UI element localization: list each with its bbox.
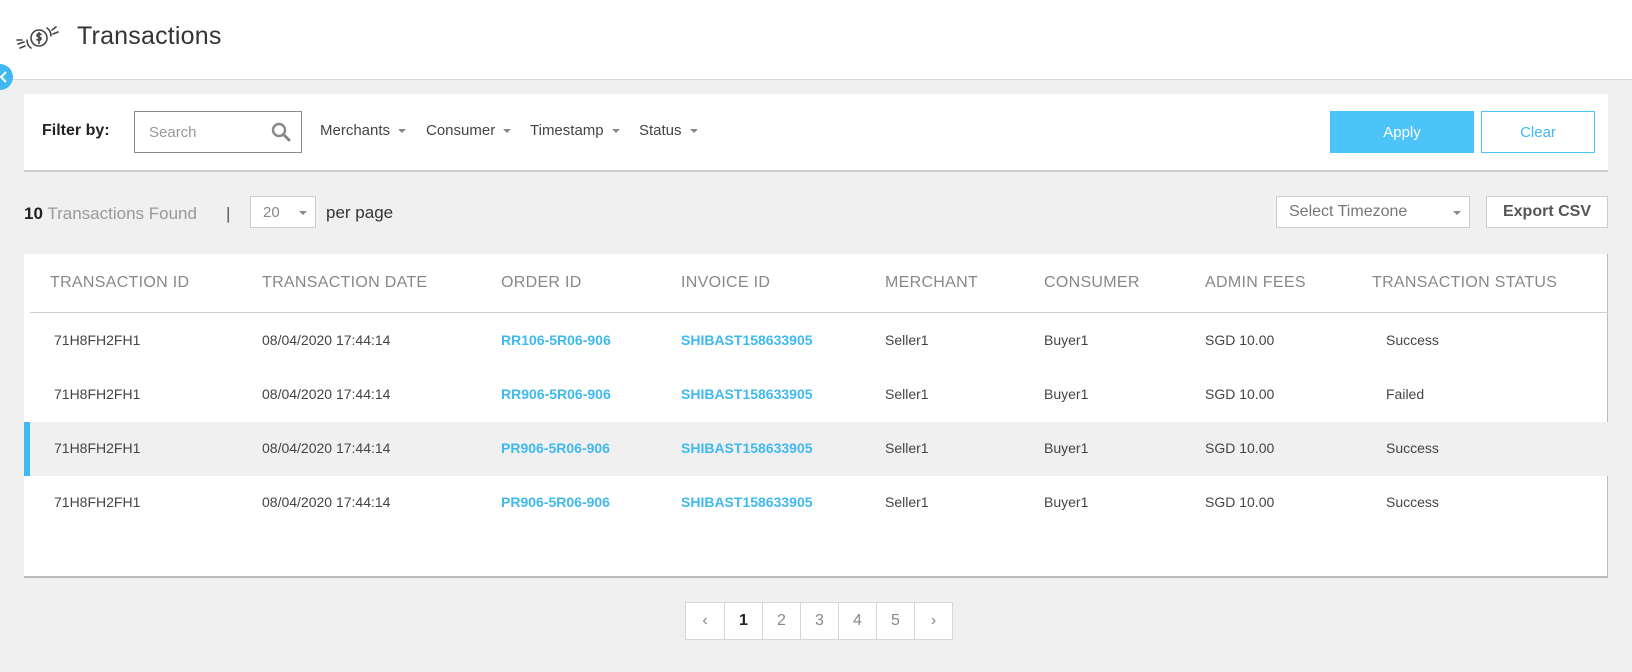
results-count: 10 Transactions Found	[24, 204, 197, 224]
timezone-placeholder: Select Timezone	[1289, 203, 1408, 220]
status-dropdown[interactable]: Status	[639, 122, 698, 139]
table-header: TRANSACTION ID TRANSACTION DATE ORDER ID…	[30, 254, 1608, 313]
merchant-cell: Seller1	[885, 440, 929, 456]
column-header-transaction-status[interactable]: TRANSACTION STATUS	[1372, 274, 1557, 292]
admin-fees-cell: SGD 10.00	[1205, 386, 1275, 402]
transaction-date-cell: 08/04/2020 17:44:14	[262, 332, 391, 348]
caret-down-icon	[689, 129, 698, 134]
table-row[interactable]: 71H8FH2FH1 08/04/2020 17:44:14 RR106-5R0…	[24, 314, 1608, 368]
filter-label: Filter by:	[42, 122, 110, 139]
consumer-cell: Buyer1	[1044, 440, 1089, 456]
order-id-link[interactable]: RR906-5R06-906	[501, 386, 611, 402]
invoice-id-link[interactable]: SHIBAST158633905	[681, 332, 813, 348]
transaction-id-cell: 71H8FH2FH1	[54, 332, 141, 348]
transaction-id-cell: 71H8FH2FH1	[54, 494, 141, 510]
column-header-consumer[interactable]: CONSUMER	[1044, 274, 1140, 292]
top-bar: Transactions	[0, 0, 1632, 80]
export-csv-button[interactable]: Export CSV	[1486, 196, 1608, 228]
consumer-dropdown[interactable]: Consumer	[426, 122, 512, 139]
column-header-transaction-date[interactable]: TRANSACTION DATE	[262, 274, 427, 292]
admin-fees-cell: SGD 10.00	[1205, 332, 1275, 348]
admin-fees-cell: SGD 10.00	[1205, 440, 1275, 456]
status-dropdown-label: Status	[639, 122, 682, 139]
separator: |	[226, 204, 231, 223]
search-icon[interactable]	[271, 122, 291, 147]
transaction-date-cell: 08/04/2020 17:44:14	[262, 494, 391, 510]
merchant-cell: Seller1	[885, 332, 929, 348]
transaction-id-cell: 71H8FH2FH1	[54, 440, 141, 456]
transaction-date-cell: 08/04/2020 17:44:14	[262, 440, 391, 456]
invoice-id-link[interactable]: SHIBAST158633905	[681, 440, 813, 456]
next-page-button[interactable]: ›	[914, 603, 952, 639]
table-row[interactable]: 71H8FH2FH1 08/04/2020 17:44:14 PR906-5R0…	[24, 422, 1608, 476]
page-5-button[interactable]: 5	[876, 603, 914, 639]
caret-down-icon	[503, 129, 512, 134]
caret-down-icon	[398, 129, 407, 134]
caret-down-icon	[1453, 211, 1461, 215]
per-page-label: per page	[326, 203, 394, 222]
order-id-link[interactable]: PR906-5R06-906	[501, 494, 610, 510]
merchants-dropdown[interactable]: Merchants	[320, 122, 407, 139]
filter-panel: Filter by: Merchants Consumer Timestamp …	[24, 94, 1608, 172]
search-field[interactable]	[134, 111, 302, 153]
table-row[interactable]: 71H8FH2FH1 08/04/2020 17:44:14 RR906-5R0…	[24, 368, 1608, 422]
chevron-left-icon	[0, 71, 7, 83]
invoice-id-link[interactable]: SHIBAST158633905	[681, 386, 813, 402]
page-2-button[interactable]: 2	[762, 603, 800, 639]
caret-down-icon	[611, 129, 620, 134]
admin-fees-cell: SGD 10.00	[1205, 494, 1275, 510]
apply-button[interactable]: Apply	[1330, 111, 1474, 153]
page-3-button[interactable]: 3	[800, 603, 838, 639]
column-header-transaction-id[interactable]: TRANSACTION ID	[50, 274, 189, 292]
consumer-cell: Buyer1	[1044, 386, 1089, 402]
results-bar: 10 Transactions Found | 20 per page Sele…	[24, 196, 1608, 230]
status-cell: Success	[1386, 332, 1439, 348]
invoice-id-link[interactable]: SHIBAST158633905	[681, 494, 813, 510]
per-page-value: 20	[263, 204, 280, 221]
consumer-cell: Buyer1	[1044, 494, 1089, 510]
transactions-table: TRANSACTION ID TRANSACTION DATE ORDER ID…	[24, 254, 1608, 578]
order-id-link[interactable]: RR106-5R06-906	[501, 332, 611, 348]
search-input[interactable]	[135, 112, 265, 152]
results-count-number: 10	[24, 204, 43, 223]
column-header-invoice-id[interactable]: INVOICE ID	[681, 274, 770, 292]
column-header-order-id[interactable]: ORDER ID	[501, 274, 582, 292]
transaction-date-cell: 08/04/2020 17:44:14	[262, 386, 391, 402]
column-header-admin-fees[interactable]: ADMIN FEES	[1205, 274, 1306, 292]
status-cell: Failed	[1386, 386, 1425, 402]
results-count-label: Transactions Found	[47, 204, 197, 223]
page-4-button[interactable]: 4	[838, 603, 876, 639]
table-row[interactable]: 71H8FH2FH1 08/04/2020 17:44:14 PR906-5R0…	[24, 476, 1608, 530]
order-id-link[interactable]: PR906-5R06-906	[501, 440, 610, 456]
clear-button[interactable]: Clear	[1481, 111, 1595, 153]
consumer-cell: Buyer1	[1044, 332, 1089, 348]
money-exchange-icon	[16, 20, 60, 56]
page-1-button[interactable]: 1	[724, 603, 762, 639]
consumer-dropdown-label: Consumer	[426, 122, 496, 139]
prev-page-button[interactable]: ‹	[686, 603, 724, 639]
timezone-select[interactable]: Select Timezone	[1276, 196, 1470, 228]
transaction-id-cell: 71H8FH2FH1	[54, 386, 141, 402]
merchant-cell: Seller1	[885, 386, 929, 402]
column-header-merchant[interactable]: MERCHANT	[885, 274, 978, 292]
caret-down-icon	[299, 211, 307, 215]
timestamp-dropdown[interactable]: Timestamp	[530, 122, 620, 139]
timestamp-dropdown-label: Timestamp	[530, 122, 604, 139]
pagination: ‹ 1 2 3 4 5 ›	[685, 602, 953, 640]
merchants-dropdown-label: Merchants	[320, 122, 391, 139]
status-cell: Success	[1386, 494, 1439, 510]
per-page-select[interactable]: 20	[250, 196, 316, 228]
page-title: Transactions	[77, 22, 222, 50]
status-cell: Success	[1386, 440, 1439, 456]
merchant-cell: Seller1	[885, 494, 929, 510]
